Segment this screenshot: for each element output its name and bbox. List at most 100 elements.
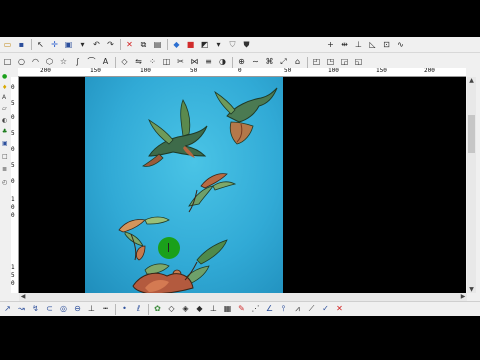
- layers-icon[interactable]: ≣: [2, 167, 9, 173]
- pattern-icon[interactable]: ▦: [222, 304, 233, 315]
- reduce-icon[interactable]: ⊖: [72, 304, 83, 315]
- ruler-tick-label: 0: [11, 212, 15, 219]
- align-icon[interactable]: ≡: [203, 57, 214, 68]
- bevel-icon[interactable]: ◇: [166, 304, 177, 315]
- ruler-tick-label: 0: [238, 68, 242, 74]
- weld-icon[interactable]: ⊕: [236, 57, 247, 68]
- pull-icon[interactable]: ⊂: [44, 304, 55, 315]
- scroll-right-icon[interactable]: ▶: [459, 293, 467, 301]
- grid-icon[interactable]: ✛: [49, 39, 60, 50]
- distort-icon[interactable]: ⌘: [264, 57, 275, 68]
- bezier-icon[interactable]: ⌒: [86, 57, 97, 68]
- design-viewport[interactable]: [19, 77, 466, 294]
- shield-dark-icon[interactable]: ⛊: [241, 39, 252, 50]
- relief-canvas[interactable]: [85, 77, 283, 294]
- bit-icon[interactable]: ∠: [264, 304, 275, 315]
- curve-tool-icon[interactable]: ↝: [16, 304, 27, 315]
- shield-icon[interactable]: ⛉: [227, 39, 238, 50]
- save-icon[interactable]: ▪: [16, 39, 27, 50]
- sim-icon[interactable]: ⩘: [292, 304, 303, 315]
- emboss-icon[interactable]: ◆: [194, 304, 205, 315]
- dropdown-arrow-icon[interactable]: ▾: [77, 39, 88, 50]
- delete-icon[interactable]: ✕: [124, 39, 135, 50]
- plus-icon[interactable]: +: [325, 39, 336, 50]
- polygon-icon[interactable]: ⬡: [44, 57, 55, 68]
- select-icon[interactable]: ▣: [63, 39, 74, 50]
- text-icon[interactable]: A: [100, 57, 111, 68]
- square-icon[interactable]: □: [2, 154, 9, 160]
- vector-tool-2-icon[interactable]: ◳: [325, 57, 336, 68]
- cursor-icon[interactable]: ↖: [35, 39, 46, 50]
- box-icon[interactable]: ▣: [2, 141, 9, 147]
- measure-icon[interactable]: ⊥: [353, 39, 364, 50]
- tool-path-icon[interactable]: ⋰: [250, 304, 261, 315]
- tree-icon[interactable]: ♣: [2, 129, 9, 135]
- snap-icon[interactable]: •: [119, 304, 130, 315]
- scroll-up-icon[interactable]: ▲: [467, 77, 476, 84]
- bulb-icon[interactable]: ♦: [2, 85, 9, 91]
- join-icon[interactable]: ⋈: [189, 57, 200, 68]
- color-icon[interactable]: ■: [185, 39, 196, 50]
- mirror-icon[interactable]: ⇋: [133, 57, 144, 68]
- redo-icon[interactable]: ↷: [105, 39, 116, 50]
- ruler-tick-label: 5: [11, 272, 15, 279]
- view-3d-icon[interactable]: ◩: [199, 39, 210, 50]
- arc-icon[interactable]: ◠: [30, 57, 41, 68]
- plane-icon[interactable]: ▱: [2, 106, 9, 112]
- flower-branch-image: [132, 239, 228, 294]
- green-dot-icon[interactable]: ●: [2, 74, 9, 80]
- smooth-icon[interactable]: ∼: [250, 57, 261, 68]
- trim-icon[interactable]: ✂: [175, 57, 186, 68]
- circle-icon[interactable]: ○: [16, 57, 27, 68]
- export-icon[interactable]: ⟋: [306, 304, 317, 315]
- sphere-icon[interactable]: ◐: [2, 118, 9, 124]
- scroll-left-icon[interactable]: ◀: [19, 293, 27, 301]
- zigzag-tool-icon[interactable]: ↯: [30, 304, 41, 315]
- cancel-icon[interactable]: ✕: [334, 304, 345, 315]
- horizontal-scrollbar[interactable]: ◀ ▶: [19, 293, 467, 301]
- boolean-icon[interactable]: ◑: [217, 57, 228, 68]
- sculpt-icon[interactable]: ◎: [58, 304, 69, 315]
- vector-tool-3-icon[interactable]: ◲: [339, 57, 350, 68]
- paint-icon[interactable]: ✎: [236, 304, 247, 315]
- wave-icon[interactable]: ∿: [395, 39, 406, 50]
- move-icon[interactable]: ⇹: [339, 39, 350, 50]
- toolbar-separator: [31, 39, 32, 50]
- copy-icon[interactable]: ⧉: [138, 39, 149, 50]
- chisel-icon[interactable]: ⊥: [86, 304, 97, 315]
- contour-icon[interactable]: ✿: [152, 304, 163, 315]
- letter-icon[interactable]: A: [2, 95, 9, 101]
- vector-tool-4-icon[interactable]: ◱: [353, 57, 364, 68]
- vertical-scrollbar[interactable]: ▲ ▼: [467, 77, 476, 293]
- vector-tool-1-icon[interactable]: ◰: [311, 57, 322, 68]
- star-icon[interactable]: ☆: [58, 57, 69, 68]
- scroll-down-icon[interactable]: ▼: [467, 286, 476, 293]
- ruler-tick-label: 1: [11, 264, 15, 271]
- scale-icon[interactable]: ◺: [367, 39, 378, 50]
- drill-icon[interactable]: ⫯: [278, 304, 289, 315]
- vertical-scroll-thumb[interactable]: [468, 115, 475, 153]
- open-file-icon[interactable]: ▭: [2, 39, 13, 50]
- spline-icon[interactable]: ∫: [72, 57, 83, 68]
- node-edit-icon[interactable]: ◇: [119, 57, 130, 68]
- dropdown-arrow-icon[interactable]: ▾: [213, 39, 224, 50]
- transform-icon[interactable]: ⤢: [278, 57, 289, 68]
- array-icon[interactable]: ⁘: [147, 57, 158, 68]
- mirror-relief-icon[interactable]: ⊥: [208, 304, 219, 315]
- offset-icon[interactable]: ◫: [161, 57, 172, 68]
- line-tool-icon[interactable]: ↗: [2, 304, 13, 315]
- node-icon[interactable]: ⊡: [381, 39, 392, 50]
- ruler-tick-label: 150: [90, 68, 101, 74]
- point-icon[interactable]: ┅: [100, 304, 111, 315]
- close-vector-icon[interactable]: ⌂: [292, 57, 303, 68]
- paste-icon[interactable]: ▤: [152, 39, 163, 50]
- ruler-tick-label: 200: [424, 68, 435, 74]
- layers-icon[interactable]: ◆: [171, 39, 182, 50]
- relief-icon[interactable]: ◈: [180, 304, 191, 315]
- square-icon[interactable]: □: [2, 57, 13, 68]
- toolbar-separator: [232, 56, 233, 68]
- node-add-icon[interactable]: ℓ: [133, 304, 144, 315]
- undo-icon[interactable]: ↶: [91, 39, 102, 50]
- clock-icon[interactable]: ◴: [2, 180, 9, 186]
- check-icon[interactable]: ✓: [320, 304, 331, 315]
